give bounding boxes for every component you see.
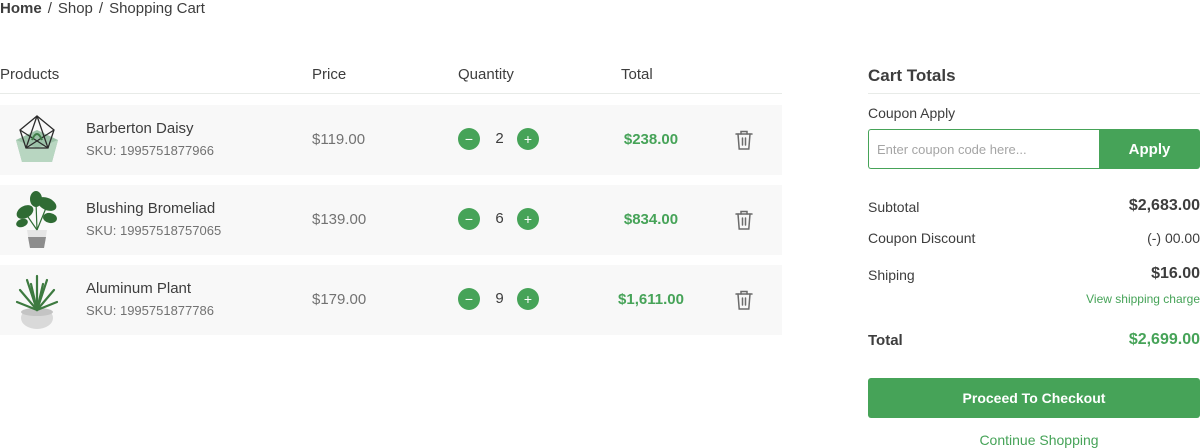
- apply-coupon-button[interactable]: Apply: [1099, 129, 1200, 169]
- continue-shopping-link[interactable]: Continue Shopping: [868, 432, 1200, 448]
- sku-value: 1995751877966: [119, 143, 214, 158]
- product-price: $119.00: [312, 131, 366, 148]
- geometric-terrarium-image: [16, 115, 58, 162]
- view-shipping-charge-link[interactable]: View shipping charge: [1086, 292, 1200, 306]
- coupon-discount-line: Coupon Discount (-) 00.00: [868, 230, 1200, 246]
- coupon-discount-value: (-) 00.00: [1147, 230, 1200, 246]
- line-total: $834.00: [623, 211, 679, 228]
- increase-quantity-button[interactable]: +: [517, 128, 539, 150]
- total-label: Total: [868, 332, 903, 349]
- coupon-code-input[interactable]: [868, 129, 1099, 169]
- product-price: $179.00: [312, 291, 367, 308]
- product-sku: SKU: 19957518757065: [86, 223, 221, 238]
- quantity-value: 6: [495, 210, 504, 227]
- cart-row: Aluminum Plant SKU: 1995751877786 $179.0…: [0, 265, 782, 335]
- trash-icon[interactable]: [734, 129, 754, 151]
- increase-quantity-button[interactable]: +: [517, 208, 539, 230]
- product-name[interactable]: Aluminum Plant: [86, 280, 191, 297]
- quantity-value: 2: [495, 130, 504, 147]
- product-price: $139.00: [312, 211, 367, 228]
- breadcrumb-shop-link[interactable]: Shop: [58, 0, 93, 17]
- subtotal-value: $2,683.00: [1128, 197, 1200, 214]
- line-total: $238.00: [623, 131, 679, 148]
- decrease-quantity-button[interactable]: −: [458, 208, 480, 230]
- potted-succulent-image: [15, 274, 59, 329]
- sku-value: 19957518757065: [119, 223, 222, 238]
- cart-totals-panel: Cart Totals Coupon Apply Apply Subtotal …: [868, 56, 1200, 448]
- sku-value: 1995751877786: [119, 303, 214, 318]
- shipping-label: Shiping: [868, 267, 915, 283]
- decrease-quantity-button[interactable]: −: [458, 128, 480, 150]
- breadcrumb-separator: /: [98, 0, 104, 17]
- coupon-discount-label: Coupon Discount: [868, 230, 976, 246]
- trash-icon[interactable]: [734, 209, 754, 231]
- subtotal-label: Subtotal: [868, 199, 920, 215]
- header-quantity: Quantity: [458, 66, 514, 83]
- line-total: $1,611.00: [618, 291, 684, 308]
- product-name[interactable]: Barberton Daisy: [86, 120, 194, 137]
- breadcrumb-separator: /: [47, 0, 52, 17]
- cart-table-header: Products Price Quantity Total: [0, 56, 782, 94]
- product-sku: SKU: 1995751877966: [86, 143, 214, 158]
- sku-label: SKU:: [86, 143, 117, 158]
- shipping-line: Shiping $16.00: [868, 265, 1200, 283]
- header-price: Price: [312, 66, 347, 83]
- subtotal-line: Subtotal $2,683.00: [868, 197, 1200, 215]
- total-value: $2,699.00: [1128, 331, 1200, 348]
- cart-row: Blushing Bromeliad SKU: 19957518757065 $…: [0, 185, 782, 255]
- breadcrumb-home-link[interactable]: Home: [0, 0, 42, 17]
- decrease-quantity-button[interactable]: −: [458, 288, 480, 310]
- product-sku: SKU: 1995751877786: [86, 303, 214, 318]
- cart-row: Barberton Daisy SKU: 1995751877966 $119.…: [0, 105, 782, 175]
- sku-label: SKU:: [86, 303, 117, 318]
- cart-totals-title: Cart Totals: [868, 56, 1200, 94]
- potted-leafy-plant-image: [16, 191, 57, 248]
- coupon-label: Coupon Apply: [868, 105, 956, 121]
- header-products: Products: [0, 66, 60, 83]
- shipping-value: $16.00: [1151, 265, 1200, 282]
- breadcrumb-current: Shopping Cart: [109, 0, 205, 17]
- proceed-to-checkout-button[interactable]: Proceed To Checkout: [868, 378, 1200, 418]
- increase-quantity-button[interactable]: +: [517, 288, 539, 310]
- coupon-form: Apply: [868, 129, 1200, 169]
- quantity-value: 9: [495, 290, 504, 307]
- header-total: Total: [621, 66, 653, 83]
- breadcrumb: Home / Shop / Shopping Cart: [0, 0, 205, 17]
- total-line: Total $2,699.00: [868, 331, 1200, 349]
- product-name[interactable]: Blushing Bromeliad: [86, 200, 215, 217]
- sku-label: SKU:: [86, 223, 117, 238]
- cart-table: Products Price Quantity Total Barberton …: [0, 56, 782, 345]
- trash-icon[interactable]: [734, 289, 754, 311]
